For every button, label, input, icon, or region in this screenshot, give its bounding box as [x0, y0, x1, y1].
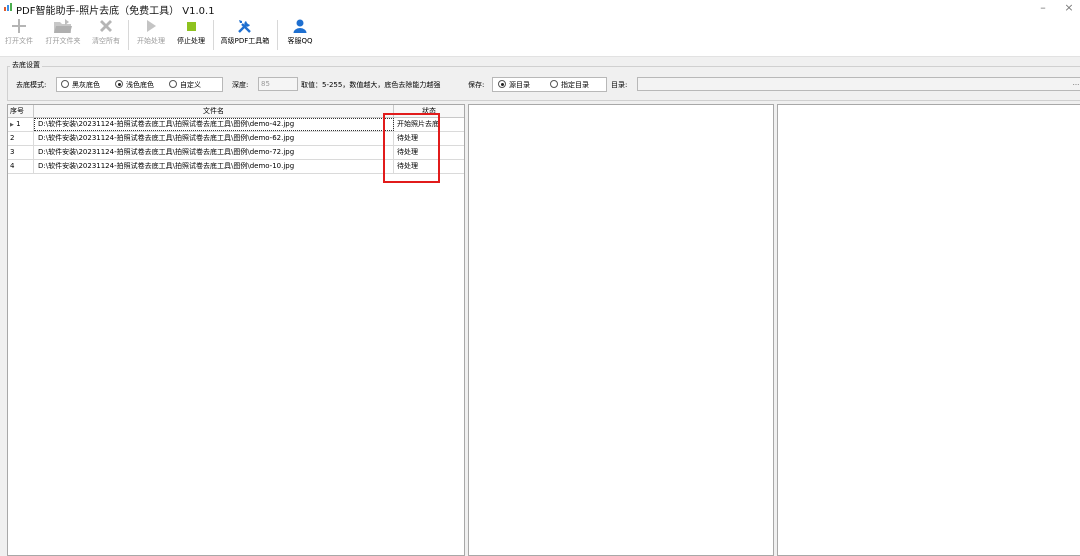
- save-radio-source-dir[interactable]: 源目录: [498, 80, 530, 90]
- mode-radio-custom[interactable]: 自定义: [169, 80, 201, 90]
- clear-x-icon: [100, 20, 112, 32]
- row-index: 4: [8, 160, 34, 173]
- open-file-label: 打开文件: [5, 37, 33, 45]
- customer-service-qq-button[interactable]: 客服QQ: [282, 18, 318, 54]
- settings-group-title: 去底设置: [10, 60, 42, 70]
- clear-all-label: 清空所有: [92, 37, 120, 45]
- mode-radio-group: 黑灰底色 浅色底色 自定义: [56, 77, 223, 92]
- browse-button[interactable]: ...: [1071, 78, 1080, 90]
- mode-label: 去底模式:: [16, 81, 47, 89]
- depth-input[interactable]: 85: [258, 77, 298, 91]
- radio-unchecked-icon: [169, 80, 177, 88]
- mode-radio-light[interactable]: 浅色底色: [115, 80, 154, 90]
- app-logo-icon: [4, 3, 14, 11]
- window-title: PDF智能助手-照片去底（免费工具） V1.0.1: [16, 6, 215, 17]
- dir-label: 目录:: [611, 81, 628, 89]
- save-label: 保存:: [468, 81, 485, 89]
- depth-label: 深度:: [232, 81, 249, 89]
- advanced-pdf-tools-button[interactable]: 高级PDF工具箱: [216, 18, 274, 54]
- start-processing-button[interactable]: 开始处理: [133, 18, 169, 54]
- original-preview-panel: [468, 104, 774, 556]
- row-filename: D:\软件安装\20231124-拍照试卷去底工具\拍照试卷去底工具\图例\de…: [34, 160, 394, 173]
- play-icon: [147, 20, 156, 32]
- title-bar: PDF智能助手-照片去底（免费工具） V1.0.1 – ×: [0, 0, 1080, 17]
- start-processing-label: 开始处理: [137, 37, 165, 45]
- dir-input[interactable]: ...: [637, 77, 1080, 91]
- row-filename: D:\软件安装\20231124-拍照试卷去底工具\拍照试卷去底工具\图例\de…: [34, 118, 394, 131]
- toolbar-separator: [213, 20, 214, 50]
- close-button[interactable]: ×: [1056, 0, 1080, 16]
- tools-icon: [238, 20, 251, 33]
- row-index: ▶ 1: [8, 118, 34, 131]
- current-row-arrow-icon: ▶: [10, 122, 14, 128]
- row-index: 3: [8, 146, 34, 159]
- save-option-label: 源目录: [509, 81, 530, 89]
- advanced-pdf-tools-label: 高级PDF工具箱: [220, 37, 270, 45]
- stop-processing-label: 停止处理: [177, 37, 205, 45]
- toolbar: 打开文件 打开文件夹 清空所有 开始处理 停止处理 高级PDF工具箱 客服QQ: [0, 16, 1080, 57]
- radio-unchecked-icon: [550, 80, 558, 88]
- clear-all-button[interactable]: 清空所有: [88, 18, 124, 54]
- user-icon: [293, 19, 307, 33]
- radio-unchecked-icon: [61, 80, 69, 88]
- folder-open-icon: [54, 19, 72, 33]
- toolbar-separator: [128, 20, 129, 50]
- plus-icon: [12, 19, 26, 33]
- row-filename: D:\软件安装\20231124-拍照试卷去底工具\拍照试卷去底工具\图例\de…: [34, 132, 394, 145]
- result-preview-panel: [777, 104, 1080, 556]
- depth-hint: 取值：5-255，数值越大，底色去除能力越强: [301, 81, 441, 89]
- row-filename: D:\软件安装\20231124-拍照试卷去底工具\拍照试卷去底工具\图例\de…: [34, 146, 394, 159]
- open-file-button[interactable]: 打开文件: [2, 18, 36, 54]
- stop-icon: [187, 22, 196, 31]
- save-radio-group: 源目录 指定目录: [492, 77, 607, 92]
- mode-radio-dark-gray[interactable]: 黑灰底色: [61, 80, 100, 90]
- column-header-filename[interactable]: 文件名: [34, 105, 394, 117]
- radio-checked-icon: [498, 80, 506, 88]
- column-header-index[interactable]: 序号: [8, 105, 34, 117]
- row-index: 2: [8, 132, 34, 145]
- open-folder-button[interactable]: 打开文件夹: [40, 18, 86, 54]
- mode-option-label: 浅色底色: [126, 81, 154, 89]
- mode-option-label: 自定义: [180, 81, 201, 89]
- save-option-label: 指定目录: [561, 81, 589, 89]
- radio-checked-icon: [115, 80, 123, 88]
- minimize-button[interactable]: –: [1030, 0, 1056, 16]
- customer-service-qq-label: 客服QQ: [287, 37, 313, 45]
- toolbar-separator: [277, 20, 278, 50]
- save-radio-specified-dir[interactable]: 指定目录: [550, 80, 589, 90]
- status-highlight-annotation: [383, 113, 440, 183]
- stop-processing-button[interactable]: 停止处理: [172, 18, 210, 54]
- open-folder-label: 打开文件夹: [45, 37, 81, 45]
- mode-option-label: 黑灰底色: [72, 81, 100, 89]
